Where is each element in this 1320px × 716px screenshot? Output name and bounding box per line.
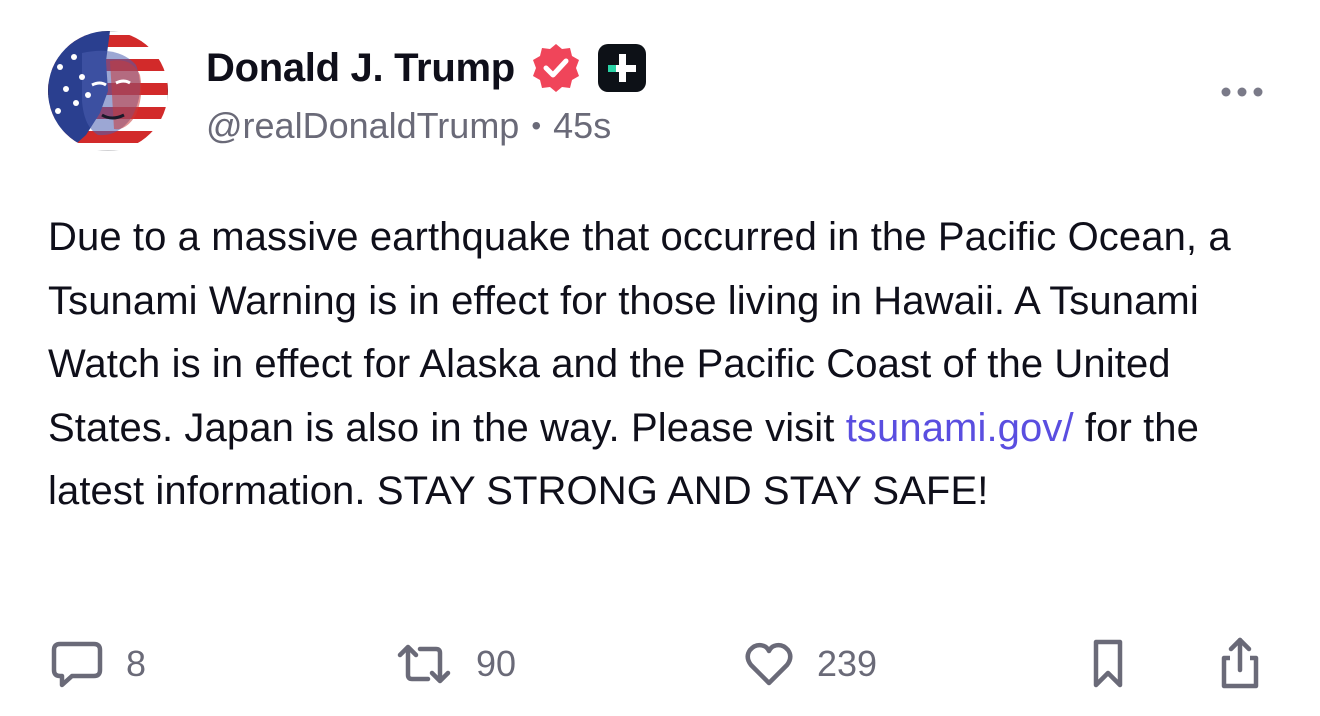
author-avatar[interactable] <box>48 31 168 151</box>
reply-count: 8 <box>126 643 147 684</box>
verified-badge-icon <box>529 41 583 95</box>
comment-icon <box>51 641 103 688</box>
share-button[interactable] <box>1214 636 1266 692</box>
post-card: Donald J. Trump @realDonaldTrump • 45s D… <box>0 0 1320 716</box>
author-handle[interactable]: @realDonaldTrump <box>206 105 519 147</box>
more-dots-icon <box>1221 87 1263 97</box>
bookmark-icon <box>1093 639 1123 688</box>
separator-dot: • <box>531 110 542 141</box>
plus-badge-icon <box>595 41 649 95</box>
more-options-button[interactable] <box>1218 78 1266 106</box>
post-text: Due to a massive earthquake that occurre… <box>48 206 1288 524</box>
action-bar: 8 90 239 <box>0 636 1320 692</box>
author-name-row: Donald J. Trump <box>206 40 649 96</box>
reply-button[interactable]: 8 <box>50 636 146 692</box>
repost-button[interactable]: 90 <box>394 636 516 692</box>
flag-face-avatar-icon <box>48 31 168 151</box>
like-count: 239 <box>817 643 878 684</box>
author-handle-row: @realDonaldTrump • 45s <box>206 104 611 148</box>
repost-icon <box>397 644 451 684</box>
author-display-name[interactable]: Donald J. Trump <box>206 46 515 91</box>
share-icon <box>1221 637 1259 689</box>
repost-count: 90 <box>476 643 517 684</box>
post-link[interactable]: tsunami.gov/ <box>846 406 1074 450</box>
post-timestamp[interactable]: 45s <box>553 105 611 147</box>
heart-icon <box>745 642 793 686</box>
like-button[interactable]: 239 <box>743 636 877 692</box>
bookmark-button[interactable] <box>1088 636 1128 692</box>
